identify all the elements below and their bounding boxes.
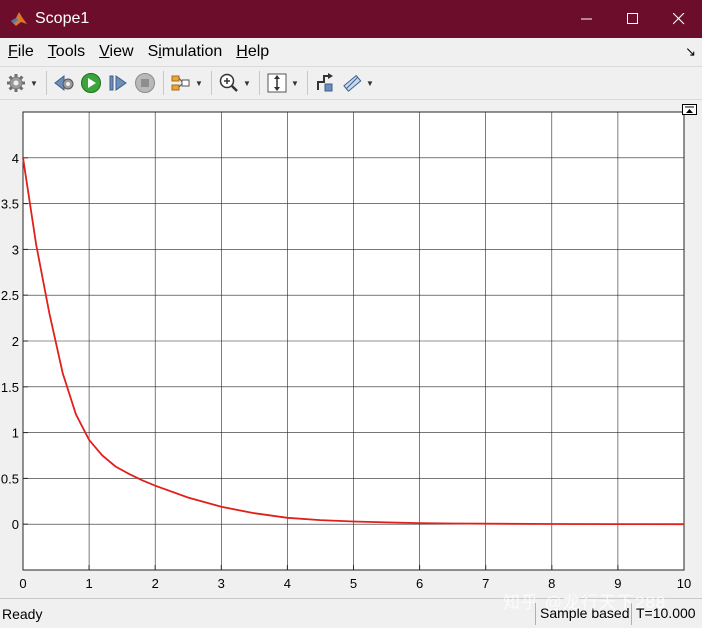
measure-icon (343, 74, 362, 92)
toolbar-separator (211, 71, 212, 95)
arrow-up-icon (685, 106, 694, 113)
zoom-in-button[interactable] (217, 71, 241, 95)
minimize-icon (581, 18, 592, 20)
step-forward-icon (109, 75, 127, 91)
y-tick-label: 4 (12, 151, 19, 166)
restore-layout-button[interactable] (682, 104, 697, 115)
x-tick-label: 1 (85, 576, 92, 591)
y-tick-label: 0.5 (1, 471, 19, 486)
scope-plot: 0 1 2 3 4 5 6 7 8 9 10 0 0.5 1 1.5 2 2.5 3 3.5 4 (1, 111, 691, 591)
x-tick-label: 7 (482, 576, 489, 591)
run-icon (81, 73, 101, 93)
title-bar: Scope1 (0, 0, 702, 38)
menu-bar: File Tools View Simulation Help (0, 38, 702, 66)
style-button[interactable] (313, 71, 337, 95)
signal-select-button[interactable] (169, 71, 193, 95)
status-sim-time: T=10.000 (631, 602, 702, 625)
toolbar: ▼ ▼ ▼ ▼ ▼ (0, 66, 702, 100)
matlab-logo-icon (10, 10, 28, 28)
undock-arrow-icon[interactable]: ↘ (685, 44, 696, 60)
maximize-icon (627, 13, 638, 24)
menu-file[interactable]: File (1, 38, 41, 66)
step-forward-button[interactable] (106, 71, 130, 95)
x-tick-label: 10 (677, 576, 691, 591)
autoscale-dropdown-arrow[interactable]: ▼ (290, 71, 300, 95)
window-title: Scope1 (35, 10, 90, 27)
toolbar-separator (307, 71, 308, 95)
minimize-button[interactable] (564, 0, 610, 38)
x-tick-label: 6 (416, 576, 423, 591)
style-icon (317, 73, 333, 92)
zoom-in-icon (219, 73, 238, 92)
menu-simulation[interactable]: Simulation (141, 38, 230, 66)
stop-button[interactable] (133, 71, 157, 95)
x-tick-label: 3 (218, 576, 225, 591)
y-tick-label: 3.5 (1, 197, 19, 212)
menu-tools[interactable]: Tools (41, 38, 92, 66)
x-tick-label: 8 (548, 576, 555, 591)
x-tick-label: 2 (152, 576, 159, 591)
toolbar-separator (163, 71, 164, 95)
status-sample-mode: Sample based (535, 602, 630, 625)
run-button[interactable] (79, 71, 103, 95)
menu-view[interactable]: View (92, 38, 140, 66)
signal-select-dropdown-arrow[interactable]: ▼ (194, 71, 204, 95)
measure-dropdown-arrow[interactable]: ▼ (365, 71, 375, 95)
status-bar: Ready Sample based T=10.000 (0, 598, 702, 628)
x-tick-label: 4 (284, 576, 291, 591)
y-tick-label: 1.5 (1, 380, 19, 395)
measure-button[interactable] (340, 71, 364, 95)
y-tick-label: 1 (12, 426, 19, 441)
close-button[interactable] (656, 0, 702, 38)
settings-gear-button[interactable] (4, 71, 28, 95)
autoscale-icon (267, 73, 287, 93)
maximize-button[interactable] (610, 0, 656, 38)
signal-select-icon (171, 75, 190, 91)
menu-help[interactable]: Help (229, 38, 276, 66)
y-tick-label: 2.5 (1, 288, 19, 303)
step-back-button[interactable] (52, 71, 76, 95)
y-tick-label: 0 (12, 517, 19, 532)
settings-gear-icon (7, 74, 25, 92)
y-tick-label: 3 (12, 242, 19, 257)
x-tick-label: 9 (614, 576, 621, 591)
toolbar-separator (259, 71, 260, 95)
status-ready-text: Ready (2, 606, 43, 622)
zoom-dropdown-arrow[interactable]: ▼ (242, 71, 252, 95)
toolbar-separator (46, 71, 47, 95)
step-back-icon (54, 74, 74, 92)
stop-icon (135, 73, 155, 93)
autoscale-button[interactable] (265, 71, 289, 95)
x-tick-label: 0 (19, 576, 26, 591)
y-tick-label: 2 (12, 334, 19, 349)
close-icon (673, 13, 685, 25)
settings-dropdown-arrow[interactable]: ▼ (29, 71, 39, 95)
x-tick-label: 5 (350, 576, 357, 591)
scope-display: 0 1 2 3 4 5 6 7 8 9 10 0 0.5 1 1.5 2 2.5 3 3.5 4 (0, 101, 702, 598)
